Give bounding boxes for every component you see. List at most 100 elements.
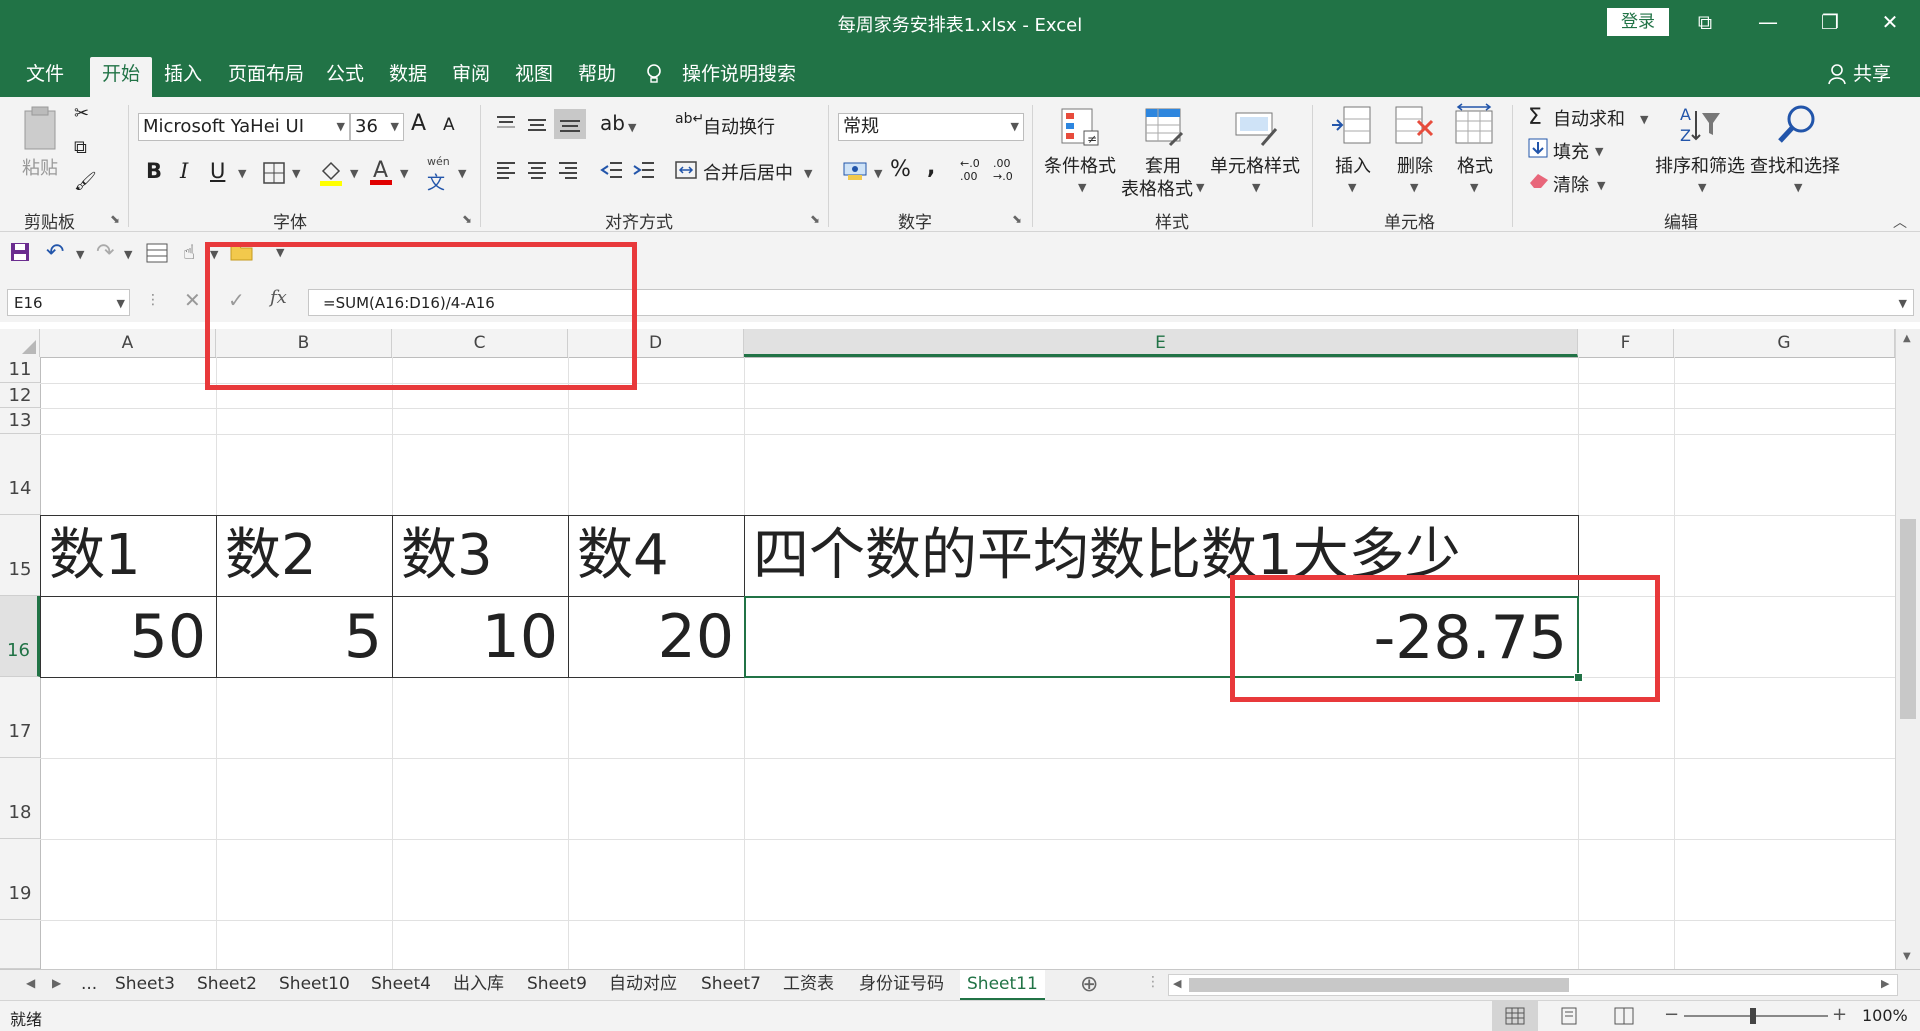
minimize-icon[interactable]: —: [1748, 6, 1788, 38]
row-header-14[interactable]: 14: [0, 434, 40, 515]
zoom-out-icon[interactable]: −: [1664, 1004, 1679, 1025]
italic-button[interactable]: I: [180, 159, 188, 183]
currency-dropdown-icon[interactable]: ▼: [874, 167, 882, 180]
wrap-text-button[interactable]: 自动换行: [703, 113, 775, 139]
next-sheet-icon[interactable]: ▶: [52, 976, 61, 990]
number-format-combo[interactable]: 常规 ▼: [838, 113, 1024, 141]
format-cells-icon[interactable]: [1452, 103, 1496, 151]
clear-button[interactable]: 清除: [1553, 171, 1589, 197]
decrease-decimal-button[interactable]: .00 →.0: [993, 157, 1021, 183]
increase-decimal-button[interactable]: ←.0 .00: [960, 157, 988, 183]
tab-review[interactable]: 审阅: [440, 57, 502, 97]
paste-button[interactable]: 粘贴: [22, 154, 58, 180]
grow-font-button[interactable]: A: [411, 111, 426, 136]
sheet-tab-sheet7[interactable]: Sheet7: [694, 970, 768, 998]
page-layout-view-icon[interactable]: [1560, 1007, 1578, 1029]
sheet-tab-sheet11[interactable]: Sheet11: [960, 970, 1045, 1001]
merge-center-button[interactable]: 合并后居中: [703, 159, 793, 185]
sheet-tab-id-numbers[interactable]: 身份证号码: [852, 970, 951, 998]
horizontal-scroll-thumb[interactable]: [1189, 978, 1569, 992]
row-header-20[interactable]: [0, 920, 40, 969]
bold-button[interactable]: B: [146, 159, 162, 183]
tab-data[interactable]: 数据: [377, 57, 439, 97]
fill-button[interactable]: 填充: [1553, 138, 1589, 164]
tab-file[interactable]: 文件: [14, 57, 76, 97]
font-color-icon[interactable]: A: [368, 157, 394, 191]
fill-color-icon[interactable]: [318, 159, 344, 191]
name-box[interactable]: E16 ▼: [7, 289, 130, 316]
merge-dropdown-icon[interactable]: ▼: [804, 167, 812, 180]
row-header-18[interactable]: 18: [0, 758, 40, 839]
insert-cells-button[interactable]: 插入: [1335, 152, 1371, 178]
redo-icon[interactable]: ↷: [96, 240, 114, 265]
percent-button[interactable]: %: [890, 157, 911, 182]
find-select-dropdown-icon[interactable]: ▼: [1794, 181, 1802, 194]
page-break-view-icon[interactable]: [1614, 1007, 1634, 1029]
orientation-icon[interactable]: ab: [600, 111, 625, 135]
column-header-g[interactable]: G: [1674, 329, 1895, 357]
row-header-15[interactable]: 15: [0, 515, 40, 596]
normal-view-icon[interactable]: [1492, 1001, 1538, 1031]
merge-center-icon[interactable]: [674, 159, 698, 185]
autosum-dropdown-icon[interactable]: ▼: [1640, 113, 1648, 126]
paste-icon[interactable]: [20, 105, 60, 151]
tab-help[interactable]: 帮助: [566, 57, 628, 97]
undo-icon[interactable]: ↶: [46, 240, 64, 265]
prev-sheet-icon[interactable]: ◀: [26, 976, 35, 990]
zoom-level[interactable]: 100%: [1862, 1006, 1908, 1025]
row-header-11[interactable]: 11: [0, 357, 40, 383]
close-icon[interactable]: ✕: [1870, 6, 1910, 38]
orientation-dropdown-icon[interactable]: ▼: [628, 121, 636, 134]
horizontal-scrollbar[interactable]: ◀ ▶: [1168, 974, 1898, 996]
cell-b15[interactable]: 数2: [216, 515, 393, 597]
insert-cells-icon[interactable]: [1330, 103, 1374, 151]
select-all-corner[interactable]: [0, 329, 40, 357]
cut-icon[interactable]: ✂: [74, 103, 89, 124]
clipboard-launcher-icon[interactable]: ⬊: [110, 212, 120, 226]
clear-dropdown-icon[interactable]: ▼: [1597, 179, 1605, 192]
conditional-format-dropdown-icon[interactable]: ▼: [1078, 181, 1086, 194]
zoom-in-icon[interactable]: +: [1832, 1004, 1847, 1025]
format-as-table-line2[interactable]: 表格格式: [1121, 175, 1193, 201]
align-center-icon[interactable]: [526, 159, 548, 185]
zoom-slider[interactable]: [1684, 1015, 1828, 1017]
row-header-17[interactable]: 17: [0, 677, 40, 758]
cell-styles-icon[interactable]: [1232, 105, 1278, 153]
scroll-left-icon[interactable]: ◀: [1173, 977, 1181, 990]
scroll-thumb[interactable]: [1900, 519, 1916, 719]
scroll-up-icon[interactable]: ▲: [1903, 333, 1911, 344]
format-cells-button[interactable]: 格式: [1457, 152, 1493, 178]
underline-button[interactable]: U: [210, 159, 225, 183]
underline-dropdown-icon[interactable]: ▼: [238, 167, 246, 180]
sheet-tab-sheet10[interactable]: Sheet10: [272, 970, 357, 998]
align-top-icon[interactable]: [495, 113, 517, 139]
tab-view[interactable]: 视图: [503, 57, 565, 97]
phonetic-dropdown-icon[interactable]: ▼: [458, 167, 466, 180]
cell-c16[interactable]: 10: [392, 596, 569, 678]
add-sheet-icon[interactable]: ⊕: [1080, 972, 1098, 997]
tab-split-icon[interactable]: ⋮: [1146, 974, 1160, 990]
font-name-combo[interactable]: Microsoft YaHei UI ▼: [138, 113, 350, 141]
redo-dropdown-icon[interactable]: ▼: [124, 248, 132, 261]
sheet-tab-sheet2[interactable]: Sheet2: [190, 970, 264, 998]
column-header-a[interactable]: A: [40, 329, 216, 357]
font-launcher-icon[interactable]: ⬊: [462, 212, 472, 226]
touch-mode-icon[interactable]: ☝: [183, 240, 195, 264]
delete-cells-icon[interactable]: [1392, 103, 1436, 151]
comma-button[interactable]: ,: [927, 155, 935, 180]
autosum-button[interactable]: 自动求和: [1553, 105, 1625, 131]
column-header-e[interactable]: E: [744, 329, 1578, 357]
find-select-button[interactable]: 查找和选择: [1750, 152, 1840, 178]
sort-filter-dropdown-icon[interactable]: ▼: [1698, 181, 1706, 194]
tab-home[interactable]: 开始: [90, 57, 153, 97]
row-header-16[interactable]: 16: [0, 596, 40, 677]
align-right-icon[interactable]: [557, 159, 579, 185]
wrap-text-icon[interactable]: ab↵: [675, 111, 704, 127]
currency-icon[interactable]: [842, 157, 870, 187]
align-middle-icon[interactable]: [526, 113, 548, 139]
number-launcher-icon[interactable]: ⬊: [1012, 212, 1022, 226]
fill-down-icon[interactable]: [1528, 138, 1548, 162]
sheet-tab-auto-match[interactable]: 自动对应: [602, 970, 684, 998]
undo-dropdown-icon[interactable]: ▼: [76, 248, 84, 261]
copy-icon[interactable]: ⧉: [74, 137, 87, 158]
